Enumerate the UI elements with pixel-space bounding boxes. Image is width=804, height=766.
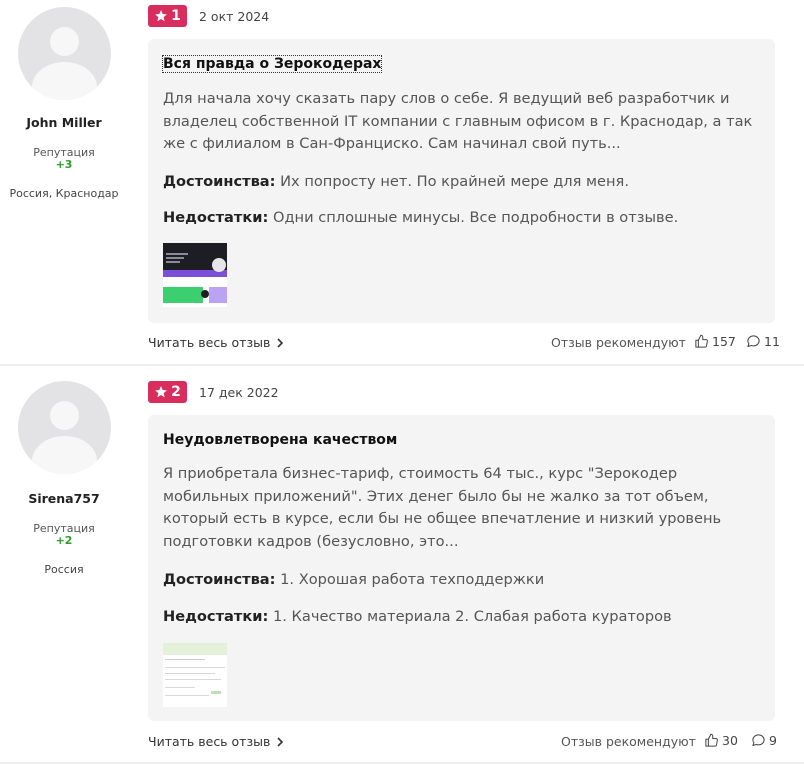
review-pros: Достоинства: Их попросту нет. По крайней… bbox=[163, 173, 629, 190]
comment-icon bbox=[752, 734, 765, 746]
comment-icon bbox=[747, 335, 760, 347]
review-image-thumbnail[interactable] bbox=[163, 243, 227, 307]
author-location: Россия bbox=[44, 563, 84, 576]
read-more-label: Читать весь отзыв bbox=[148, 335, 271, 350]
cons-label: Недостатки: bbox=[163, 209, 269, 226]
comment-count: 11 bbox=[764, 334, 780, 349]
comment-count: 9 bbox=[769, 733, 777, 748]
review-pros: Достоинства: 1. Хорошая работа техподдер… bbox=[163, 571, 544, 588]
review-divider bbox=[0, 762, 804, 764]
author-name[interactable]: Sirena757 bbox=[0, 491, 128, 506]
comments-button[interactable]: 11 bbox=[746, 334, 780, 349]
rank-number: 2 bbox=[171, 384, 181, 400]
review-cons: Недостатки: Одни сплошные минусы. Все по… bbox=[163, 209, 678, 226]
reputation-value: +3 bbox=[55, 158, 73, 171]
like-count: 157 bbox=[712, 334, 736, 349]
avatar[interactable] bbox=[18, 7, 111, 100]
rank-badge: 2 bbox=[148, 381, 187, 403]
thumbs-up-icon bbox=[695, 334, 708, 348]
review-title[interactable]: Неудовлетворена качеством bbox=[163, 432, 397, 448]
recommend-label: Отзыв рекомендуют bbox=[561, 734, 696, 749]
star-icon bbox=[155, 386, 167, 398]
cons-text: Одни сплошные минусы. Все подробности в … bbox=[272, 209, 679, 226]
comments-button[interactable]: 9 bbox=[751, 733, 777, 748]
review-date: 2 окт 2024 bbox=[199, 9, 270, 24]
avatar[interactable] bbox=[18, 381, 111, 474]
read-full-review-link[interactable]: Читать весь отзыв bbox=[148, 734, 284, 749]
rank-number: 1 bbox=[171, 8, 181, 24]
read-more-label: Читать весь отзыв bbox=[148, 734, 271, 749]
cons-text: 1. Качество материала 2. Слабая работа к… bbox=[272, 608, 672, 625]
pros-label: Достоинства: bbox=[163, 571, 276, 588]
pros-text: 1. Хорошая работа техподдержки bbox=[280, 571, 545, 588]
review-image-thumbnail[interactable] bbox=[163, 643, 227, 707]
pros-text: Их попросту нет. По крайней мере для мен… bbox=[280, 173, 629, 190]
cons-label: Недостатки: bbox=[163, 608, 269, 625]
author-location: Россия, Краснодар bbox=[9, 187, 119, 200]
read-full-review-link[interactable]: Читать весь отзыв bbox=[148, 335, 284, 350]
pros-label: Достоинства: bbox=[163, 173, 276, 190]
chevron-right-icon bbox=[277, 736, 284, 747]
recommend-label: Отзыв рекомендуют bbox=[551, 335, 686, 350]
thumbs-up-icon bbox=[705, 733, 718, 747]
author-name[interactable]: John Miller bbox=[0, 115, 128, 130]
like-count: 30 bbox=[722, 733, 738, 748]
like-button[interactable]: 157 bbox=[694, 334, 736, 349]
review-body: Неудовлетворена качеством Я приобретала … bbox=[148, 415, 775, 721]
review-card-1: John Miller Репутация +3 Россия, Краснод… bbox=[0, 0, 804, 364]
review-title[interactable]: Вся правда о Зерокодерах bbox=[161, 55, 383, 73]
reputation-value: +2 bbox=[55, 534, 73, 547]
review-body: Вся правда о Зерокодерах Для начала хочу… bbox=[148, 39, 775, 323]
review-text: Я приобретала бизнес-тариф, стоимость 64… bbox=[163, 465, 722, 551]
star-icon bbox=[155, 10, 167, 22]
review-card-2: Sirena757 Репутация +2 Россия 2 17 дек 2… bbox=[0, 366, 804, 762]
rank-badge: 1 bbox=[148, 5, 187, 27]
like-button[interactable]: 30 bbox=[704, 733, 738, 748]
review-cons: Недостатки: 1. Качество материала 2. Сла… bbox=[163, 608, 672, 625]
review-text: Для начала хочу сказать пару слов о себе… bbox=[163, 90, 753, 153]
review-date: 17 дек 2022 bbox=[199, 385, 279, 400]
chevron-right-icon bbox=[277, 337, 284, 348]
